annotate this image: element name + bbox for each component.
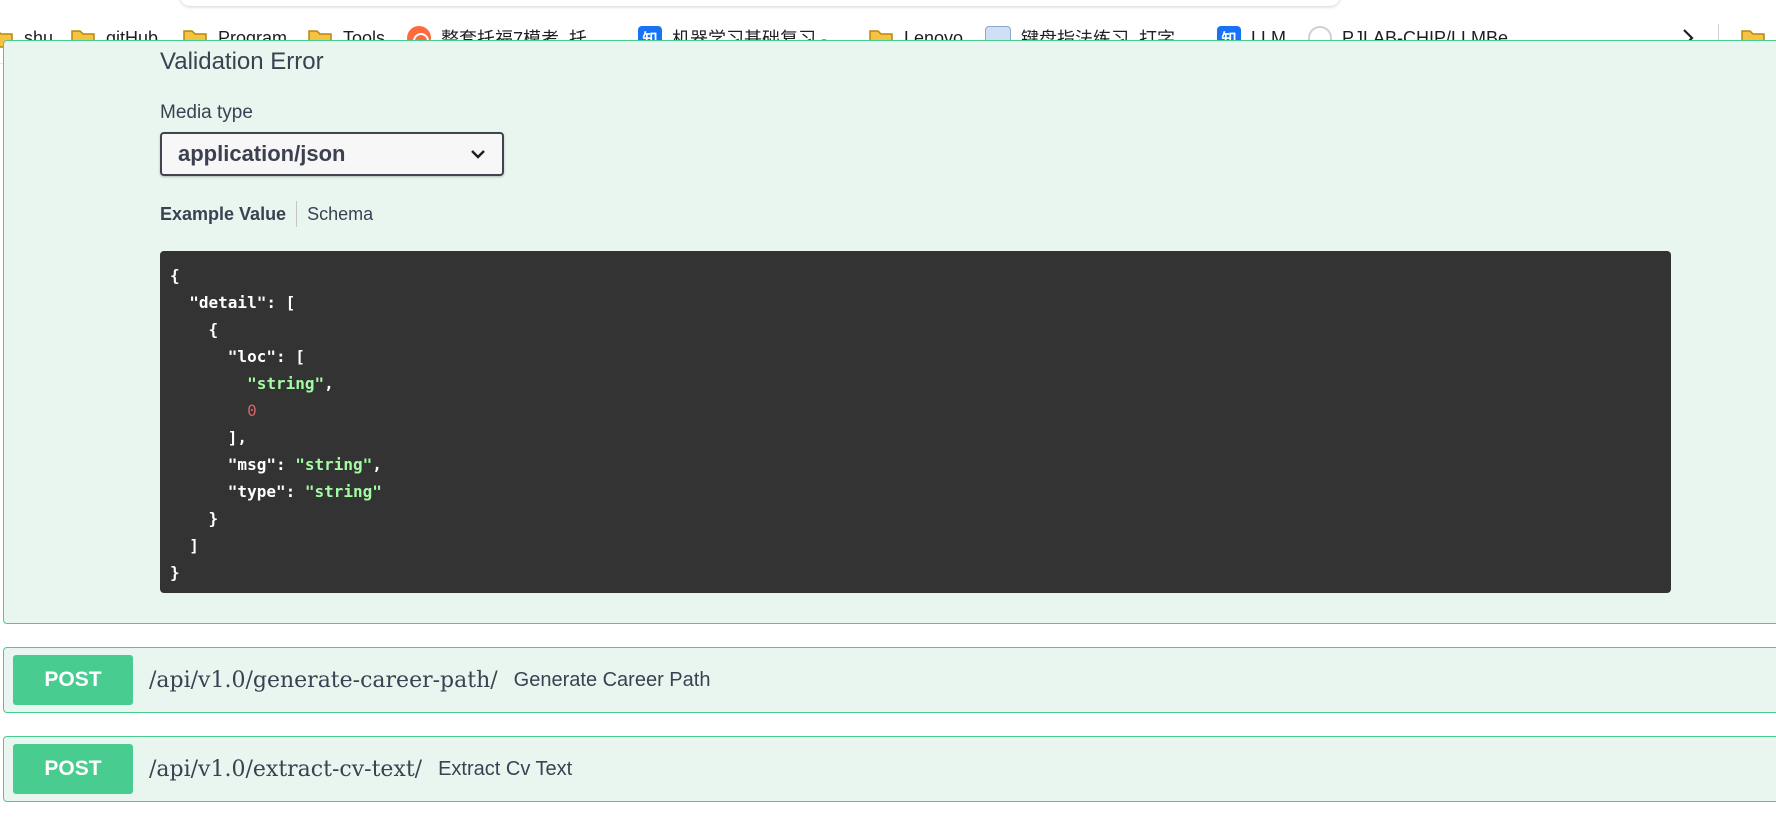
post-method-badge[interactable]: POST [13,655,133,705]
operation-generate-career-path[interactable]: POST /api/v1.0/generate-career-path/ Gen… [3,647,1776,713]
chevron-down-icon [471,150,485,159]
json-number: 0 [247,401,257,420]
media-type-value: application/json [178,141,346,166]
tab-schema[interactable]: Schema [307,204,373,225]
json-string: "string" [304,482,382,501]
address-bar[interactable] [180,0,1340,6]
post-method-badge[interactable]: POST [13,744,133,794]
operation-summary: Generate Career Path [513,668,711,691]
media-type-label: Media type [160,102,253,123]
example-tabs: Example Value Schema [160,200,373,228]
example-value-code[interactable]: { "detail": [ { "loc": [ "string", 0 ], … [160,251,1671,593]
response-description: Validation Error [160,48,324,75]
json-key: "detail" [189,293,267,312]
tab-divider [296,201,298,227]
operation-path[interactable]: /api/v1.0/generate-career-path/ [149,668,498,693]
json-string: "string" [295,455,373,474]
media-type-select[interactable]: application/json [160,132,504,176]
tab-example-value[interactable]: Example Value [160,204,286,225]
operation-extract-cv-text[interactable]: POST /api/v1.0/extract-cv-text/ Extract … [3,736,1776,802]
json-key: "loc" [227,347,276,366]
json-key: "type" [227,482,286,501]
json-key: "msg" [227,455,276,474]
operation-summary: Extract Cv Text [438,757,573,780]
json-string: "string" [247,374,325,393]
operation-path[interactable]: /api/v1.0/extract-cv-text/ [149,757,422,782]
